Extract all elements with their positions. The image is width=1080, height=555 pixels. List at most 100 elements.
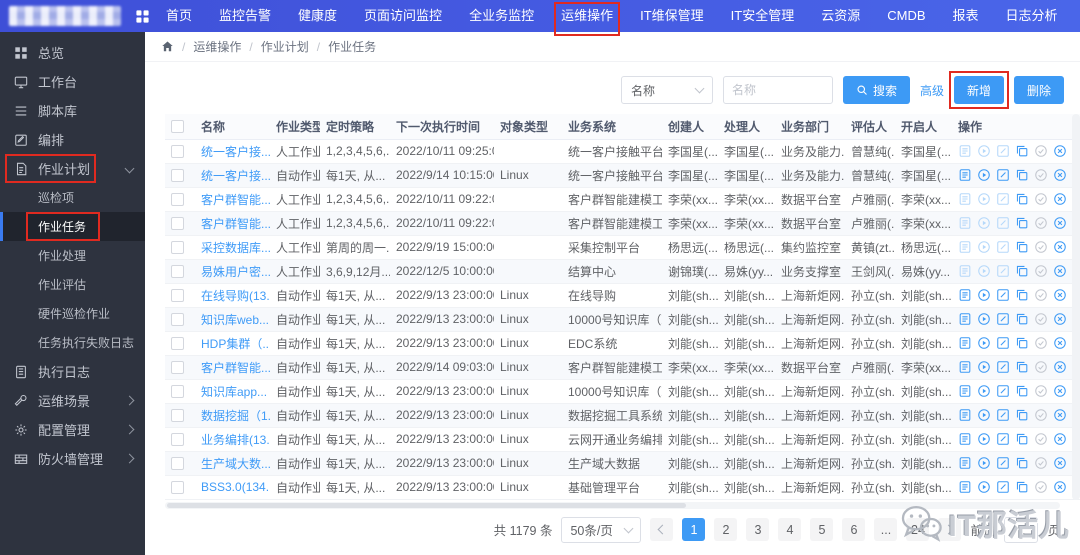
enable-icon[interactable] <box>1034 480 1048 494</box>
search-button[interactable]: 搜索 <box>842 76 910 104</box>
nav-item-运维操作[interactable]: 运维操作 <box>554 0 621 36</box>
row-checkbox[interactable] <box>171 409 184 423</box>
job-name-link[interactable]: 客户群智能... <box>201 193 270 207</box>
edit-icon[interactable] <box>996 336 1010 350</box>
edit-icon[interactable] <box>996 432 1010 446</box>
row-checkbox[interactable] <box>171 457 184 471</box>
execute-icon[interactable] <box>977 144 991 158</box>
execute-icon[interactable] <box>977 384 991 398</box>
nav-item-首页[interactable]: 首页 <box>166 0 192 32</box>
execute-icon[interactable] <box>977 288 991 302</box>
nav-item-日志分析[interactable]: 日志分析 <box>1006 0 1058 32</box>
copy-icon[interactable] <box>1015 192 1029 206</box>
execute-icon[interactable] <box>977 192 991 206</box>
job-name-link[interactable]: 客户群智能... <box>201 361 270 375</box>
enable-icon[interactable] <box>1034 384 1048 398</box>
copy-icon[interactable] <box>1015 240 1029 254</box>
sidebar-subitem-作业评估[interactable]: 作业评估 <box>0 270 145 299</box>
search-input[interactable] <box>722 76 833 104</box>
edit-icon[interactable] <box>996 216 1010 230</box>
enable-icon[interactable] <box>1034 312 1048 326</box>
edit-icon[interactable] <box>996 144 1010 158</box>
job-name-link[interactable]: 客户群智能... <box>201 217 270 231</box>
job-name-link[interactable]: 在线导购(13... <box>201 289 270 303</box>
edit-icon[interactable] <box>996 168 1010 182</box>
copy-icon[interactable] <box>1015 480 1029 494</box>
page-button-1[interactable]: 1 <box>682 518 706 541</box>
enable-icon[interactable] <box>1034 240 1048 254</box>
enable-icon[interactable] <box>1034 336 1048 350</box>
edit-icon[interactable] <box>996 240 1010 254</box>
job-name-link[interactable]: BSS3.0(134... <box>201 480 270 494</box>
sidebar-item-总览[interactable]: 总览 <box>0 38 145 67</box>
copy-icon[interactable] <box>1015 144 1029 158</box>
page-button-5[interactable]: 5 <box>810 518 834 541</box>
sidebar-subitem-任务执行失败日志[interactable]: 任务执行失败日志 <box>0 328 145 357</box>
job-name-link[interactable]: 知识库web... <box>201 313 269 327</box>
nav-item-页面访问监控[interactable]: 页面访问监控 <box>364 0 442 32</box>
job-name-link[interactable]: 统一客户接... <box>201 169 270 183</box>
row-checkbox[interactable] <box>171 145 184 159</box>
disable-icon[interactable] <box>1053 384 1067 398</box>
advanced-search-link[interactable]: 高级 <box>920 82 944 99</box>
sidebar-item-脚本库[interactable]: 脚本库 <box>0 96 145 125</box>
enable-icon[interactable] <box>1034 456 1048 470</box>
job-name-link[interactable]: 知识库app... <box>201 385 267 399</box>
enable-icon[interactable] <box>1034 360 1048 374</box>
edit-icon[interactable] <box>996 192 1010 206</box>
page-button-2[interactable]: 2 <box>714 518 738 541</box>
detail-icon[interactable] <box>958 312 972 326</box>
sidebar-item-配置管理[interactable]: 配置管理 <box>0 415 145 444</box>
nav-item-IT安全管理[interactable]: IT安全管理 <box>731 0 795 32</box>
edit-icon[interactable] <box>996 288 1010 302</box>
detail-icon[interactable] <box>958 264 972 278</box>
nav-item-云资源[interactable]: 云资源 <box>821 0 860 32</box>
breadcrumb-item[interactable]: 运维操作 <box>193 38 241 55</box>
page-button-24[interactable]: 24 <box>906 518 930 541</box>
sidebar-item-防火墙管理[interactable]: 防火墙管理 <box>0 444 145 473</box>
edit-icon[interactable] <box>996 384 1010 398</box>
home-icon[interactable] <box>161 40 174 53</box>
sidebar-subitem-作业处理[interactable]: 作业处理 <box>0 241 145 270</box>
copy-icon[interactable] <box>1015 456 1029 470</box>
row-checkbox[interactable] <box>171 217 184 231</box>
disable-icon[interactable] <box>1053 216 1067 230</box>
goto-page-input[interactable] <box>1004 516 1039 543</box>
copy-icon[interactable] <box>1015 336 1029 350</box>
row-checkbox[interactable] <box>171 313 184 327</box>
sidebar-item-作业计划[interactable]: 作业计划 <box>0 154 145 183</box>
row-checkbox[interactable] <box>171 169 184 183</box>
edit-icon[interactable] <box>996 312 1010 326</box>
execute-icon[interactable] <box>977 408 991 422</box>
execute-icon[interactable] <box>977 216 991 230</box>
disable-icon[interactable] <box>1053 360 1067 374</box>
detail-icon[interactable] <box>958 168 972 182</box>
enable-icon[interactable] <box>1034 192 1048 206</box>
detail-icon[interactable] <box>958 408 972 422</box>
enable-icon[interactable] <box>1034 264 1048 278</box>
edit-icon[interactable] <box>996 480 1010 494</box>
execute-icon[interactable] <box>977 168 991 182</box>
sidebar-item-编排[interactable]: 编排 <box>0 125 145 154</box>
detail-icon[interactable] <box>958 480 972 494</box>
copy-icon[interactable] <box>1015 312 1029 326</box>
edit-icon[interactable] <box>996 456 1010 470</box>
execute-icon[interactable] <box>977 360 991 374</box>
sidebar-subitem-硬件巡检作业[interactable]: 硬件巡检作业 <box>0 299 145 328</box>
copy-icon[interactable] <box>1015 384 1029 398</box>
execute-icon[interactable] <box>977 240 991 254</box>
copy-icon[interactable] <box>1015 432 1029 446</box>
disable-icon[interactable] <box>1053 144 1067 158</box>
detail-icon[interactable] <box>958 240 972 254</box>
disable-icon[interactable] <box>1053 168 1067 182</box>
nav-item-报表[interactable]: 报表 <box>953 0 979 32</box>
job-name-link[interactable]: 采控数据库... <box>201 241 270 255</box>
copy-icon[interactable] <box>1015 408 1029 422</box>
vertical-scrollbar[interactable] <box>1072 114 1080 500</box>
disable-icon[interactable] <box>1053 240 1067 254</box>
disable-icon[interactable] <box>1053 312 1067 326</box>
job-name-link[interactable]: 数据挖掘（1... <box>201 409 270 423</box>
execute-icon[interactable] <box>977 312 991 326</box>
job-name-link[interactable]: 易姝用户密... <box>201 265 270 279</box>
detail-icon[interactable] <box>958 456 972 470</box>
